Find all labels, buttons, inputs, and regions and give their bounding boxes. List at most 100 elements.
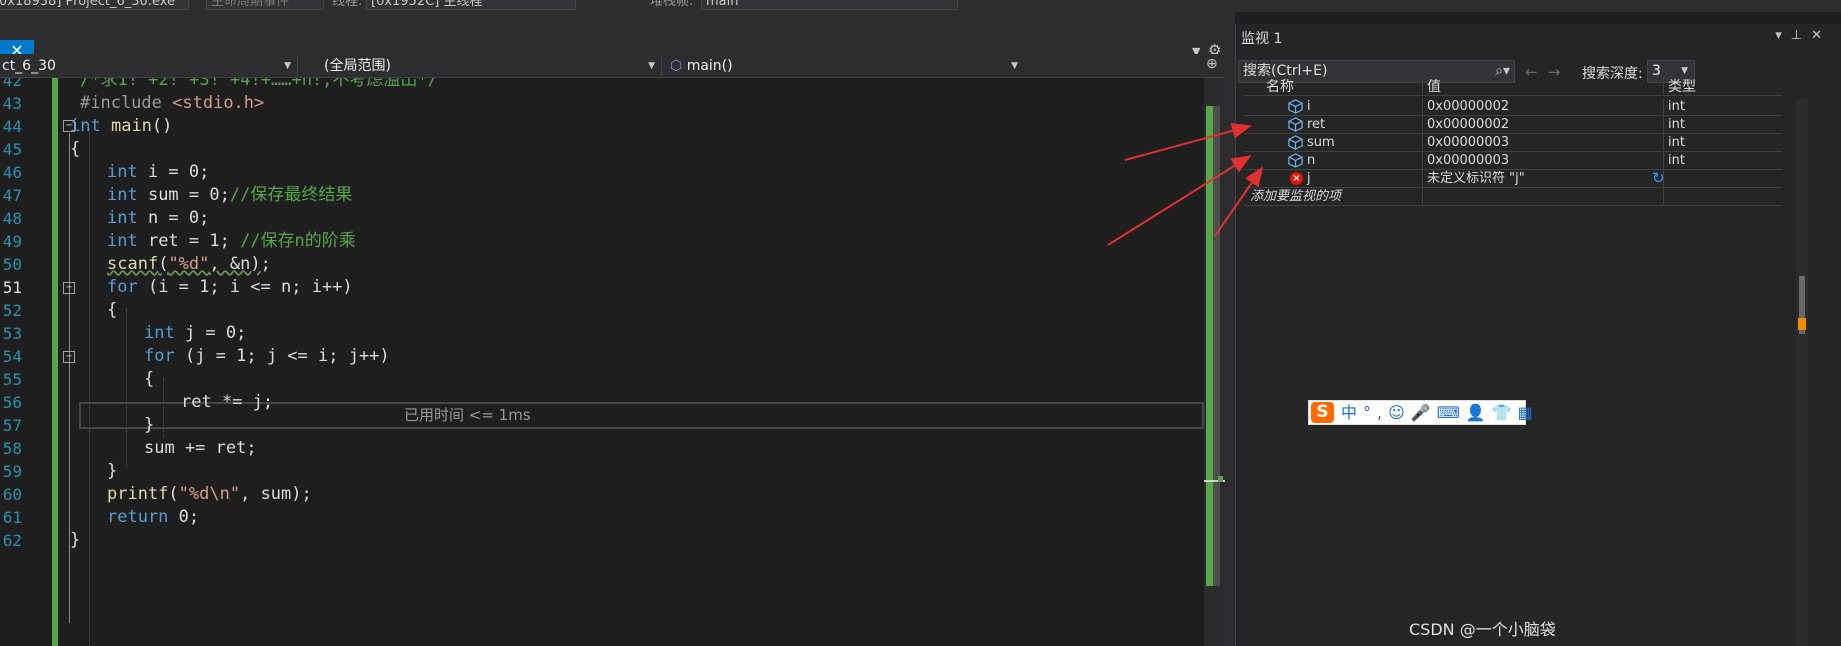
keyboard-icon[interactable]: ⌨ [1437, 403, 1466, 422]
collapse-icon[interactable]: − [63, 351, 75, 363]
watch-header-row: 名称 值 类型 [1244, 78, 1782, 96]
code-line: { [107, 300, 118, 320]
column-header-value[interactable]: 值 [1427, 78, 1441, 96]
watch-row[interactable]: i 0x00000002 int [1244, 98, 1782, 116]
dropdown-icon[interactable]: ▾ [1775, 28, 1791, 43]
pin-icon[interactable]: ⊥ [1791, 28, 1811, 43]
watch-value[interactable]: 0x00000003 [1427, 152, 1509, 170]
lifecycle-events-button[interactable]: 生命周期事件 [206, 0, 324, 10]
variable-cube-icon [1288, 135, 1303, 150]
code-line: return 0; [107, 507, 200, 527]
variable-cube-icon [1288, 99, 1303, 114]
watch-name[interactable]: n [1307, 152, 1315, 170]
thread-dropdown[interactable]: [0x1952C] 主线程 [366, 0, 576, 10]
watch-window: 监视 1 ▾⊥✕ 搜索(Ctrl+E) ⌕▾ ←→ 搜索深度: 3 ▼ 名称 值 … [1235, 24, 1841, 646]
ime-toolbar[interactable]: S 中°,☺🎤⌨👤👕▦ [1308, 400, 1533, 425]
scrollbar-marker [1798, 318, 1806, 330]
watch-title: 监视 1 [1241, 31, 1283, 47]
scrollbar-change-marker [1218, 476, 1223, 482]
stack-frame-label: 堆栈帧: [650, 0, 694, 9]
project-dropdown[interactable]: ct_6_30 ▼ [0, 56, 298, 76]
navigation-bar: ct_6_30 ▼ (全局范围) ▼ ⬡ main() ▼ ⊕ [0, 54, 1225, 78]
column-header-type[interactable]: 类型 [1668, 78, 1696, 96]
watch-type: int [1668, 117, 1685, 132]
emoji-icon[interactable]: ☺ [1388, 403, 1411, 422]
column-separator [1663, 170, 1664, 188]
project-name: ct_6_30 [2, 58, 56, 74]
code-line: { [70, 139, 81, 159]
stack-frame-dropdown[interactable]: main [701, 0, 958, 10]
split-editor-icon[interactable]: ⊕ [1206, 56, 1218, 72]
user-icon[interactable]: 👤 [1466, 403, 1492, 422]
thread-label: 线程: [332, 0, 363, 9]
watch-name[interactable]: ret [1307, 116, 1325, 134]
column-separator[interactable] [1663, 78, 1664, 96]
sogou-logo-icon[interactable]: S [1311, 402, 1334, 423]
variable-cube-icon [1288, 117, 1303, 132]
perf-tip: 已用时间 <= 1ms [404, 406, 531, 424]
code-line: int main() [70, 116, 173, 136]
variable-cube-icon [1288, 153, 1303, 168]
watch-add-row[interactable]: 添加要监视的项 [1244, 188, 1782, 206]
ime-mode-label[interactable]: 中 [1341, 403, 1363, 422]
column-separator[interactable] [1422, 78, 1423, 96]
grid-menu-icon[interactable]: ▦ [1518, 403, 1539, 422]
code-line: sum += ret; [144, 438, 257, 458]
scrollbar-change-marker [1206, 106, 1213, 586]
watch-value[interactable]: 0x00000002 [1427, 98, 1509, 116]
column-separator [1422, 134, 1423, 152]
punctuation-icon[interactable]: °, [1363, 403, 1388, 422]
watch-value[interactable]: 0x00000002 [1427, 116, 1509, 134]
search-depth-value: 3 [1652, 63, 1661, 79]
watermark: CSDN @一个小脑袋 [1409, 620, 1556, 639]
column-separator [1663, 152, 1664, 170]
change-tracking-bar [52, 78, 58, 646]
add-watch-placeholder[interactable]: 添加要监视的项 [1250, 188, 1341, 206]
ime-items: 中°,☺🎤⌨👤👕▦ [1341, 402, 1539, 424]
function-cube-icon: ⬡ [670, 58, 683, 74]
close-icon[interactable]: ✕ [1811, 28, 1831, 43]
scope-name: (全局范围) [324, 58, 391, 74]
code-line: ret *= j; [181, 392, 274, 412]
indent-guide [89, 128, 90, 646]
code-editor[interactable]: 42 43 44 45 46 47 48 49 50 51 52 53 54 5… [0, 78, 1204, 646]
column-separator [1422, 170, 1423, 188]
chevron-down-icon: ▼ [1011, 61, 1018, 71]
watch-row[interactable]: ret 0x00000002 int [1244, 116, 1782, 134]
column-separator [1422, 152, 1423, 170]
watch-value[interactable]: 0x00000003 [1427, 134, 1509, 152]
editor-scrollbar[interactable] [1204, 78, 1225, 646]
search-placeholder: 搜索(Ctrl+E) [1243, 63, 1328, 79]
watch-type: int [1668, 153, 1685, 168]
column-separator [1663, 116, 1664, 134]
function-dropdown[interactable]: ⬡ main() ▼ [668, 56, 1024, 76]
watch-value-error[interactable]: 未定义标识符 "j" [1427, 170, 1525, 188]
watch-name[interactable]: j [1307, 170, 1311, 188]
window-controls: ▾⊥✕ [1775, 28, 1831, 43]
scope-dropdown[interactable]: (全局范围) ▼ [316, 56, 662, 76]
column-separator [1663, 98, 1664, 116]
column-header-name[interactable]: 名称 [1266, 78, 1294, 96]
watch-type: int [1668, 135, 1685, 150]
indent-guide [126, 308, 127, 468]
debug-toolbar: 0x18938] Project_6_30.exe 生命周期事件 线程: [0x… [0, 0, 1841, 12]
code-line: } [70, 530, 81, 550]
chevron-down-icon: ▼ [284, 61, 291, 71]
watch-row[interactable]: n 0x00000003 int [1244, 152, 1782, 170]
watch-name[interactable]: i [1307, 98, 1311, 116]
process-dropdown[interactable]: 0x18938] Project_6_30.exe [0, 0, 189, 10]
watch-name[interactable]: sum [1307, 134, 1335, 152]
panel-splitter[interactable] [1225, 12, 1235, 646]
collapse-icon[interactable]: − [63, 282, 75, 294]
watch-row[interactable]: sum 0x00000003 int [1244, 134, 1782, 152]
function-name: main() [686, 58, 733, 74]
column-separator [1663, 134, 1664, 152]
watch-row-error[interactable]: × j 未定义标识符 "j" ↻ [1244, 169, 1782, 188]
column-separator [1663, 188, 1664, 206]
watch-scrollbar[interactable] [1796, 98, 1808, 646]
code-line: { [144, 369, 155, 389]
microphone-icon[interactable]: 🎤 [1411, 403, 1437, 422]
skin-icon[interactable]: 👕 [1492, 403, 1518, 422]
column-separator [1422, 188, 1423, 206]
visual-studio-window: 0x18938] Project_6_30.exe 生命周期事件 线程: [0x… [0, 0, 1841, 646]
